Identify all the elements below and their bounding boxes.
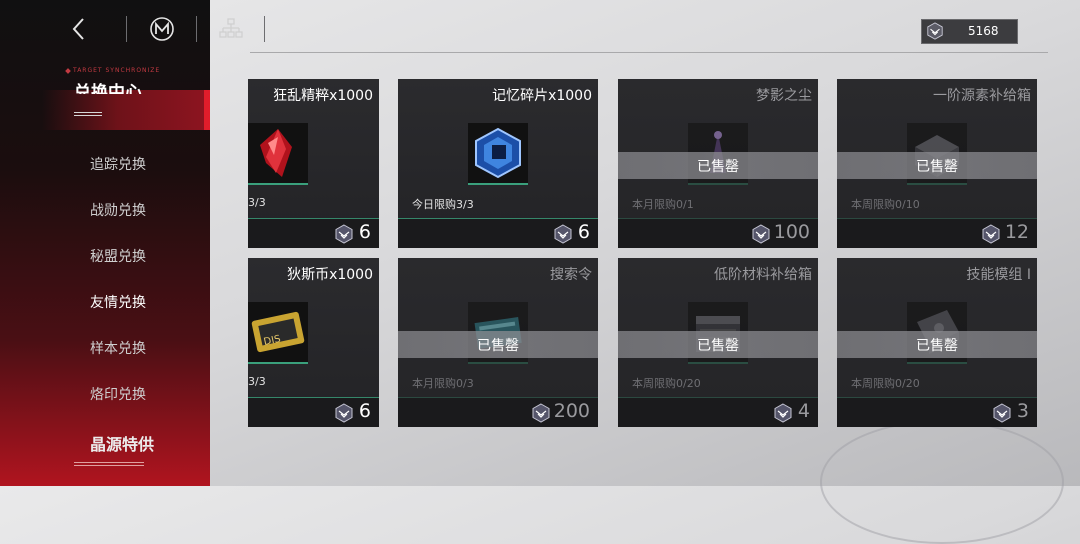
item-price: 6 [577, 221, 590, 243]
blue-fragment-icon [475, 127, 521, 179]
item-name: 搜索令 [550, 267, 592, 283]
purchase-limit: 今日限购3/3 [412, 198, 474, 211]
sidebar-item-friendship[interactable]: 友情兑换 [90, 292, 146, 312]
sidebar-item-active-bg[interactable] [42, 90, 210, 130]
sidebar-item-special-supply[interactable]: 晶源特供 [90, 431, 154, 455]
sold-out-label: 已售罄 [697, 338, 739, 354]
item-name: 一阶源素补给箱 [933, 88, 1031, 104]
divider [196, 16, 197, 42]
crest-currency-icon [553, 224, 573, 244]
purchase-limit: 本月限购0/3 [412, 377, 474, 390]
item-name: 技能模组 I [966, 267, 1031, 283]
shop-item-card[interactable]: 技能模组 I 本周限购0/20 3 已售罄 [837, 258, 1037, 427]
shop-item-card[interactable]: 狂乱精粹x1000 3/3 6 [248, 79, 379, 248]
sidebar-item-alliance[interactable]: 秘盟兑换 [90, 246, 146, 266]
item-name: 狂乱精粹x1000 [273, 88, 373, 104]
item-price: 12 [1004, 221, 1029, 243]
crest-currency-icon [334, 403, 354, 423]
item-price: 3 [1016, 400, 1029, 422]
active-indicator [204, 90, 210, 130]
dis-coin-icon: DIS [251, 311, 305, 353]
crest-currency-icon [927, 22, 943, 40]
item-price: 4 [797, 400, 810, 422]
purchase-limit: 3/3 [248, 196, 266, 209]
sidebar-item-merit[interactable]: 战勋兑换 [90, 200, 146, 220]
item-name: 记忆碎片x1000 [492, 88, 592, 104]
active-deco-lines [74, 112, 102, 118]
shop-item-card[interactable]: 搜索令本月限购0/3 200 已售罄 [398, 258, 598, 427]
divider [264, 16, 265, 42]
crest-currency-icon [981, 224, 1001, 244]
shop-item-card[interactable]: 狄斯币x1000 DIS 3/3 6 [248, 258, 379, 427]
purchase-limit: 本周限购0/20 [632, 377, 701, 390]
item-thumbnail [248, 123, 308, 185]
crest-currency-icon [992, 403, 1012, 423]
purchase-limit: 本月限购0/1 [632, 198, 694, 211]
item-name: 狄斯币x1000 [287, 267, 373, 283]
item-name: 梦影之尘 [756, 88, 812, 104]
crest-currency-icon [773, 403, 793, 423]
purchase-limit: 本周限购0/10 [851, 198, 920, 211]
crest-currency-icon [334, 224, 354, 244]
crimson-crystal-icon [260, 129, 292, 177]
section-tag: TARGET SYNCHRONIZE [65, 67, 160, 74]
crest-currency-icon [751, 224, 771, 244]
purchase-limit: 3/3 [248, 375, 266, 388]
back-arrow-icon[interactable] [68, 16, 90, 42]
hierarchy-icon[interactable] [218, 17, 244, 41]
sold-out-label: 已售罄 [916, 159, 958, 175]
item-thumbnail [468, 123, 528, 185]
purchase-limit: 本周限购0/20 [851, 377, 920, 390]
special-deco-lines [74, 462, 144, 468]
sidebar-item-brand[interactable]: 烙印兑换 [90, 384, 146, 404]
sidebar-item-sample[interactable]: 样本兑换 [90, 338, 146, 358]
currency-value: 5168 [968, 24, 999, 38]
sold-out-label: 已售罄 [477, 338, 519, 354]
top-nav [0, 0, 290, 58]
shop-item-card[interactable]: 记忆碎片x1000 今日限购3/3 6 [398, 79, 598, 248]
item-name: 低阶材料补给箱 [714, 267, 812, 283]
item-price: 200 [553, 400, 590, 422]
shop-item-card[interactable]: 一阶源素补给箱本周限购0/10 12 已售罄 [837, 79, 1037, 248]
item-price: 6 [358, 221, 371, 243]
shop-item-card[interactable]: 梦影之尘本月限购0/1 100 已售罄 [618, 79, 818, 248]
shop-item-card[interactable]: 低阶材料补给箱本周限购0/20 4 已售罄 [618, 258, 818, 427]
item-thumbnail: DIS [248, 302, 308, 364]
sidebar-item-tracking[interactable]: 追踪兑换 [90, 154, 146, 174]
background-emblem [820, 420, 1064, 544]
sold-out-label: 已售罄 [697, 159, 739, 175]
sold-out-label: 已售罄 [916, 338, 958, 354]
m-logo-icon[interactable] [149, 16, 175, 42]
sidebar-item-exchange-center[interactable]: 兑换中心 [74, 78, 142, 94]
item-price: 6 [358, 400, 371, 422]
header-guide-line [250, 52, 1048, 53]
crest-currency-icon [531, 403, 551, 423]
currency-display[interactable]: 5168 [921, 19, 1018, 44]
item-price: 100 [773, 221, 810, 243]
divider [126, 16, 127, 42]
